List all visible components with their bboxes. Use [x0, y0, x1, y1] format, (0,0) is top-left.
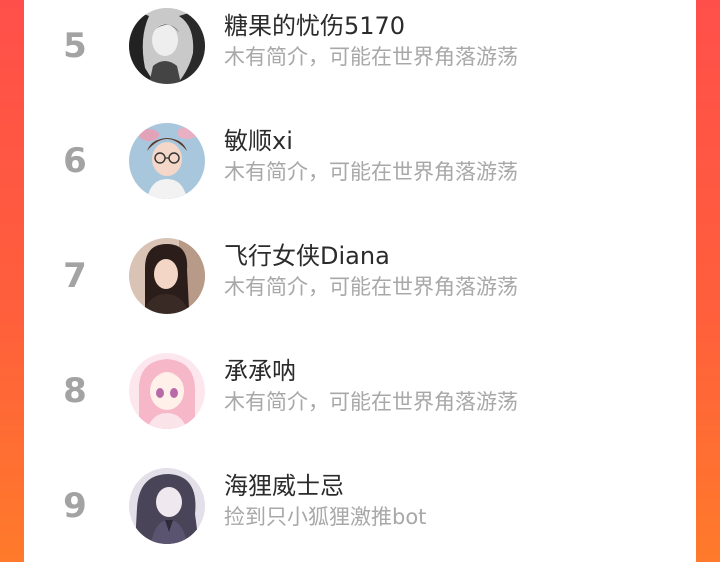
user-name[interactable]: 承承呐 — [224, 355, 296, 387]
ranking-row-5[interactable]: 5 糖果的忧伤5170 木有简介，可能在世界角落游荡 — [24, 0, 696, 100]
user-avatar[interactable] — [129, 353, 205, 429]
avatar-image — [129, 353, 205, 429]
user-name[interactable]: 糖果的忧伤5170 — [224, 10, 405, 42]
user-bio: 木有简介，可能在世界角落游荡 — [224, 390, 518, 414]
avatar-image — [129, 238, 205, 314]
user-avatar[interactable] — [129, 238, 205, 314]
user-avatar[interactable] — [129, 8, 205, 84]
rank-number: 6 — [63, 141, 87, 181]
user-name[interactable]: 海狸威士忌 — [224, 470, 344, 502]
ranking-row-9[interactable]: 9 海狸威士忌 捡到只小狐狸激推bot — [24, 460, 696, 560]
user-avatar[interactable] — [129, 123, 205, 199]
user-bio: 木有简介，可能在世界角落游荡 — [224, 45, 518, 69]
user-name[interactable]: 敏顺xi — [224, 125, 293, 157]
ranking-row-7[interactable]: 7 飞行女侠Diana 木有简介，可能在世界角落游荡 — [24, 230, 696, 330]
rank-number: 8 — [63, 371, 87, 411]
avatar-image — [129, 468, 205, 544]
rank-number: 7 — [63, 256, 87, 296]
avatar-image — [129, 123, 205, 199]
user-bio: 木有简介，可能在世界角落游荡 — [224, 275, 518, 299]
user-bio: 木有简介，可能在世界角落游荡 — [224, 160, 518, 184]
ranking-row-8[interactable]: 8 承承呐 木有简介，可能在世界角落游荡 — [24, 345, 696, 445]
user-avatar[interactable] — [129, 468, 205, 544]
ranking-row-6[interactable]: 6 敏顺xi 木有简介，可能在世界角落游荡 — [24, 115, 696, 215]
user-bio: 捡到只小狐狸激推bot — [224, 505, 427, 529]
avatar-image — [129, 8, 205, 84]
rank-number: 5 — [63, 26, 87, 66]
user-name[interactable]: 飞行女侠Diana — [224, 240, 390, 272]
rank-number: 9 — [63, 486, 87, 526]
ranking-list-panel: 5 糖果的忧伤5170 木有简介，可能在世界角落游荡 6 敏顺xi 木有简介，可… — [24, 0, 696, 562]
